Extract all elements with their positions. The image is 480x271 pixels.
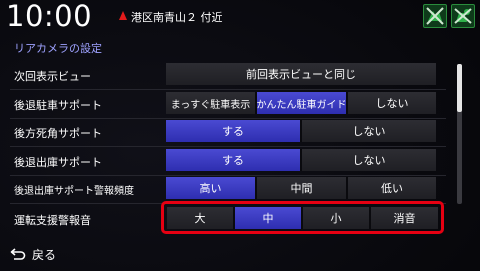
selection-highlight-frame	[161, 201, 444, 234]
row-reverse-exit-alert-frequency: 後退出庫サポート警報頻度 高い 中間 低い	[0, 177, 448, 199]
option-parking-off[interactable]: しない	[348, 92, 436, 114]
signal-status-icon	[451, 4, 475, 28]
back-button[interactable]: 戻る	[10, 243, 56, 265]
option-frequency-medium[interactable]: 中間	[257, 177, 346, 199]
row-divider	[10, 146, 446, 147]
row-divider	[10, 89, 446, 90]
alert-sound-label: 運転支援警報音	[14, 214, 91, 227]
reverse-parking-label: 後退駐車サポート	[14, 99, 102, 112]
row-divider	[10, 118, 446, 119]
clock: 10:00	[6, 0, 93, 33]
option-straight-parking[interactable]: まっすぐ駐車表示	[166, 92, 255, 114]
gps-off-icon	[423, 4, 447, 28]
option-reverse-exit-off[interactable]: しない	[302, 149, 436, 171]
scrollbar[interactable]	[457, 64, 462, 204]
back-arrow-icon	[10, 248, 26, 260]
row-next-view: 次回表示ビュー 前回表示ビューと同じ	[0, 63, 448, 85]
option-reverse-exit-on[interactable]: する	[166, 149, 300, 171]
top-bar: 10:00 港区南青山２ 付近	[0, 0, 480, 36]
vehicle-position-icon	[119, 11, 127, 20]
option-easy-parking-guide[interactable]: かんたん駐車ガイド	[257, 92, 347, 114]
reverse-exit-label: 後退出庫サポート	[14, 156, 102, 169]
alert-frequency-label: 後退出庫サポート警報頻度	[14, 186, 134, 197]
page-title: リアカメラの設定	[14, 42, 102, 55]
row-rear-blindspot: 後方死角サポート する しない	[0, 120, 448, 142]
row-divider	[10, 175, 446, 176]
current-location: 港区南青山２ 付近	[131, 11, 223, 24]
row-reverse-exit: 後退出庫サポート する しない	[0, 149, 448, 171]
next-view-label: 次回表示ビュー	[14, 70, 91, 83]
option-frequency-low[interactable]: 低い	[348, 177, 436, 199]
option-frequency-high[interactable]: 高い	[166, 177, 255, 199]
option-blindspot-on[interactable]: する	[166, 120, 300, 142]
rear-blindspot-label: 後方死角サポート	[14, 127, 102, 140]
next-view-select[interactable]: 前回表示ビューと同じ	[166, 63, 436, 85]
back-label: 戻る	[32, 247, 57, 262]
option-blindspot-off[interactable]: しない	[302, 120, 436, 142]
scrollbar-thumb[interactable]	[457, 64, 462, 112]
row-reverse-parking: 後退駐車サポート まっすぐ駐車表示 かんたん駐車ガイド しない	[0, 92, 448, 114]
